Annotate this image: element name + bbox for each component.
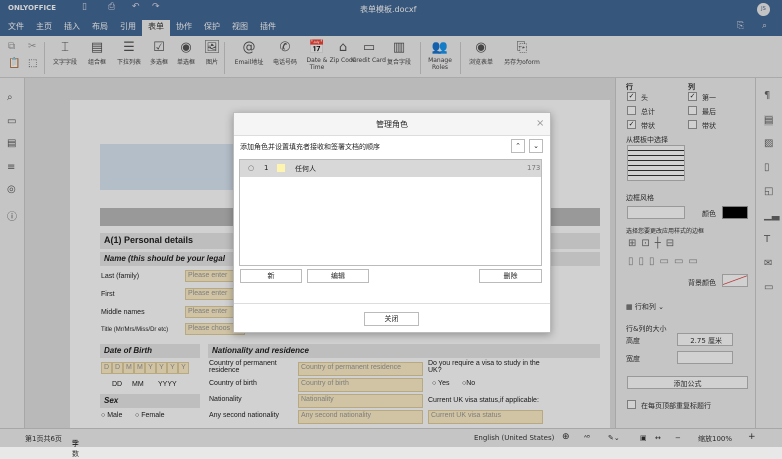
new-role-button[interactable]: 新 bbox=[240, 269, 302, 283]
role-field-count: 173 bbox=[527, 164, 540, 172]
move-up-button[interactable]: ⌃ bbox=[511, 139, 525, 153]
role-name: 任何人 bbox=[295, 164, 316, 174]
role-row[interactable]: ○ 1 任何人 173 bbox=[240, 160, 541, 177]
move-down-button[interactable]: ⌄ bbox=[529, 139, 543, 153]
role-color-swatch bbox=[277, 164, 285, 172]
dialog-title: 管理角色 bbox=[234, 113, 550, 136]
close-button[interactable]: 关闭 bbox=[364, 312, 419, 326]
close-icon[interactable]: × bbox=[536, 118, 544, 129]
roles-list[interactable]: ○ 1 任何人 173 bbox=[239, 159, 542, 266]
edit-role-button[interactable]: 编辑 bbox=[307, 269, 369, 283]
manage-roles-dialog: 管理角色 × 添加角色并设置填充者接收和签署文档的顺序 ⌃ ⌄ ○ 1 任何人 … bbox=[233, 112, 551, 333]
drag-handle-icon[interactable]: ○ bbox=[248, 164, 254, 172]
dialog-description: 添加角色并设置填充者接收和签署文档的顺序 bbox=[240, 142, 380, 152]
delete-role-button[interactable]: 删除 bbox=[479, 269, 542, 283]
